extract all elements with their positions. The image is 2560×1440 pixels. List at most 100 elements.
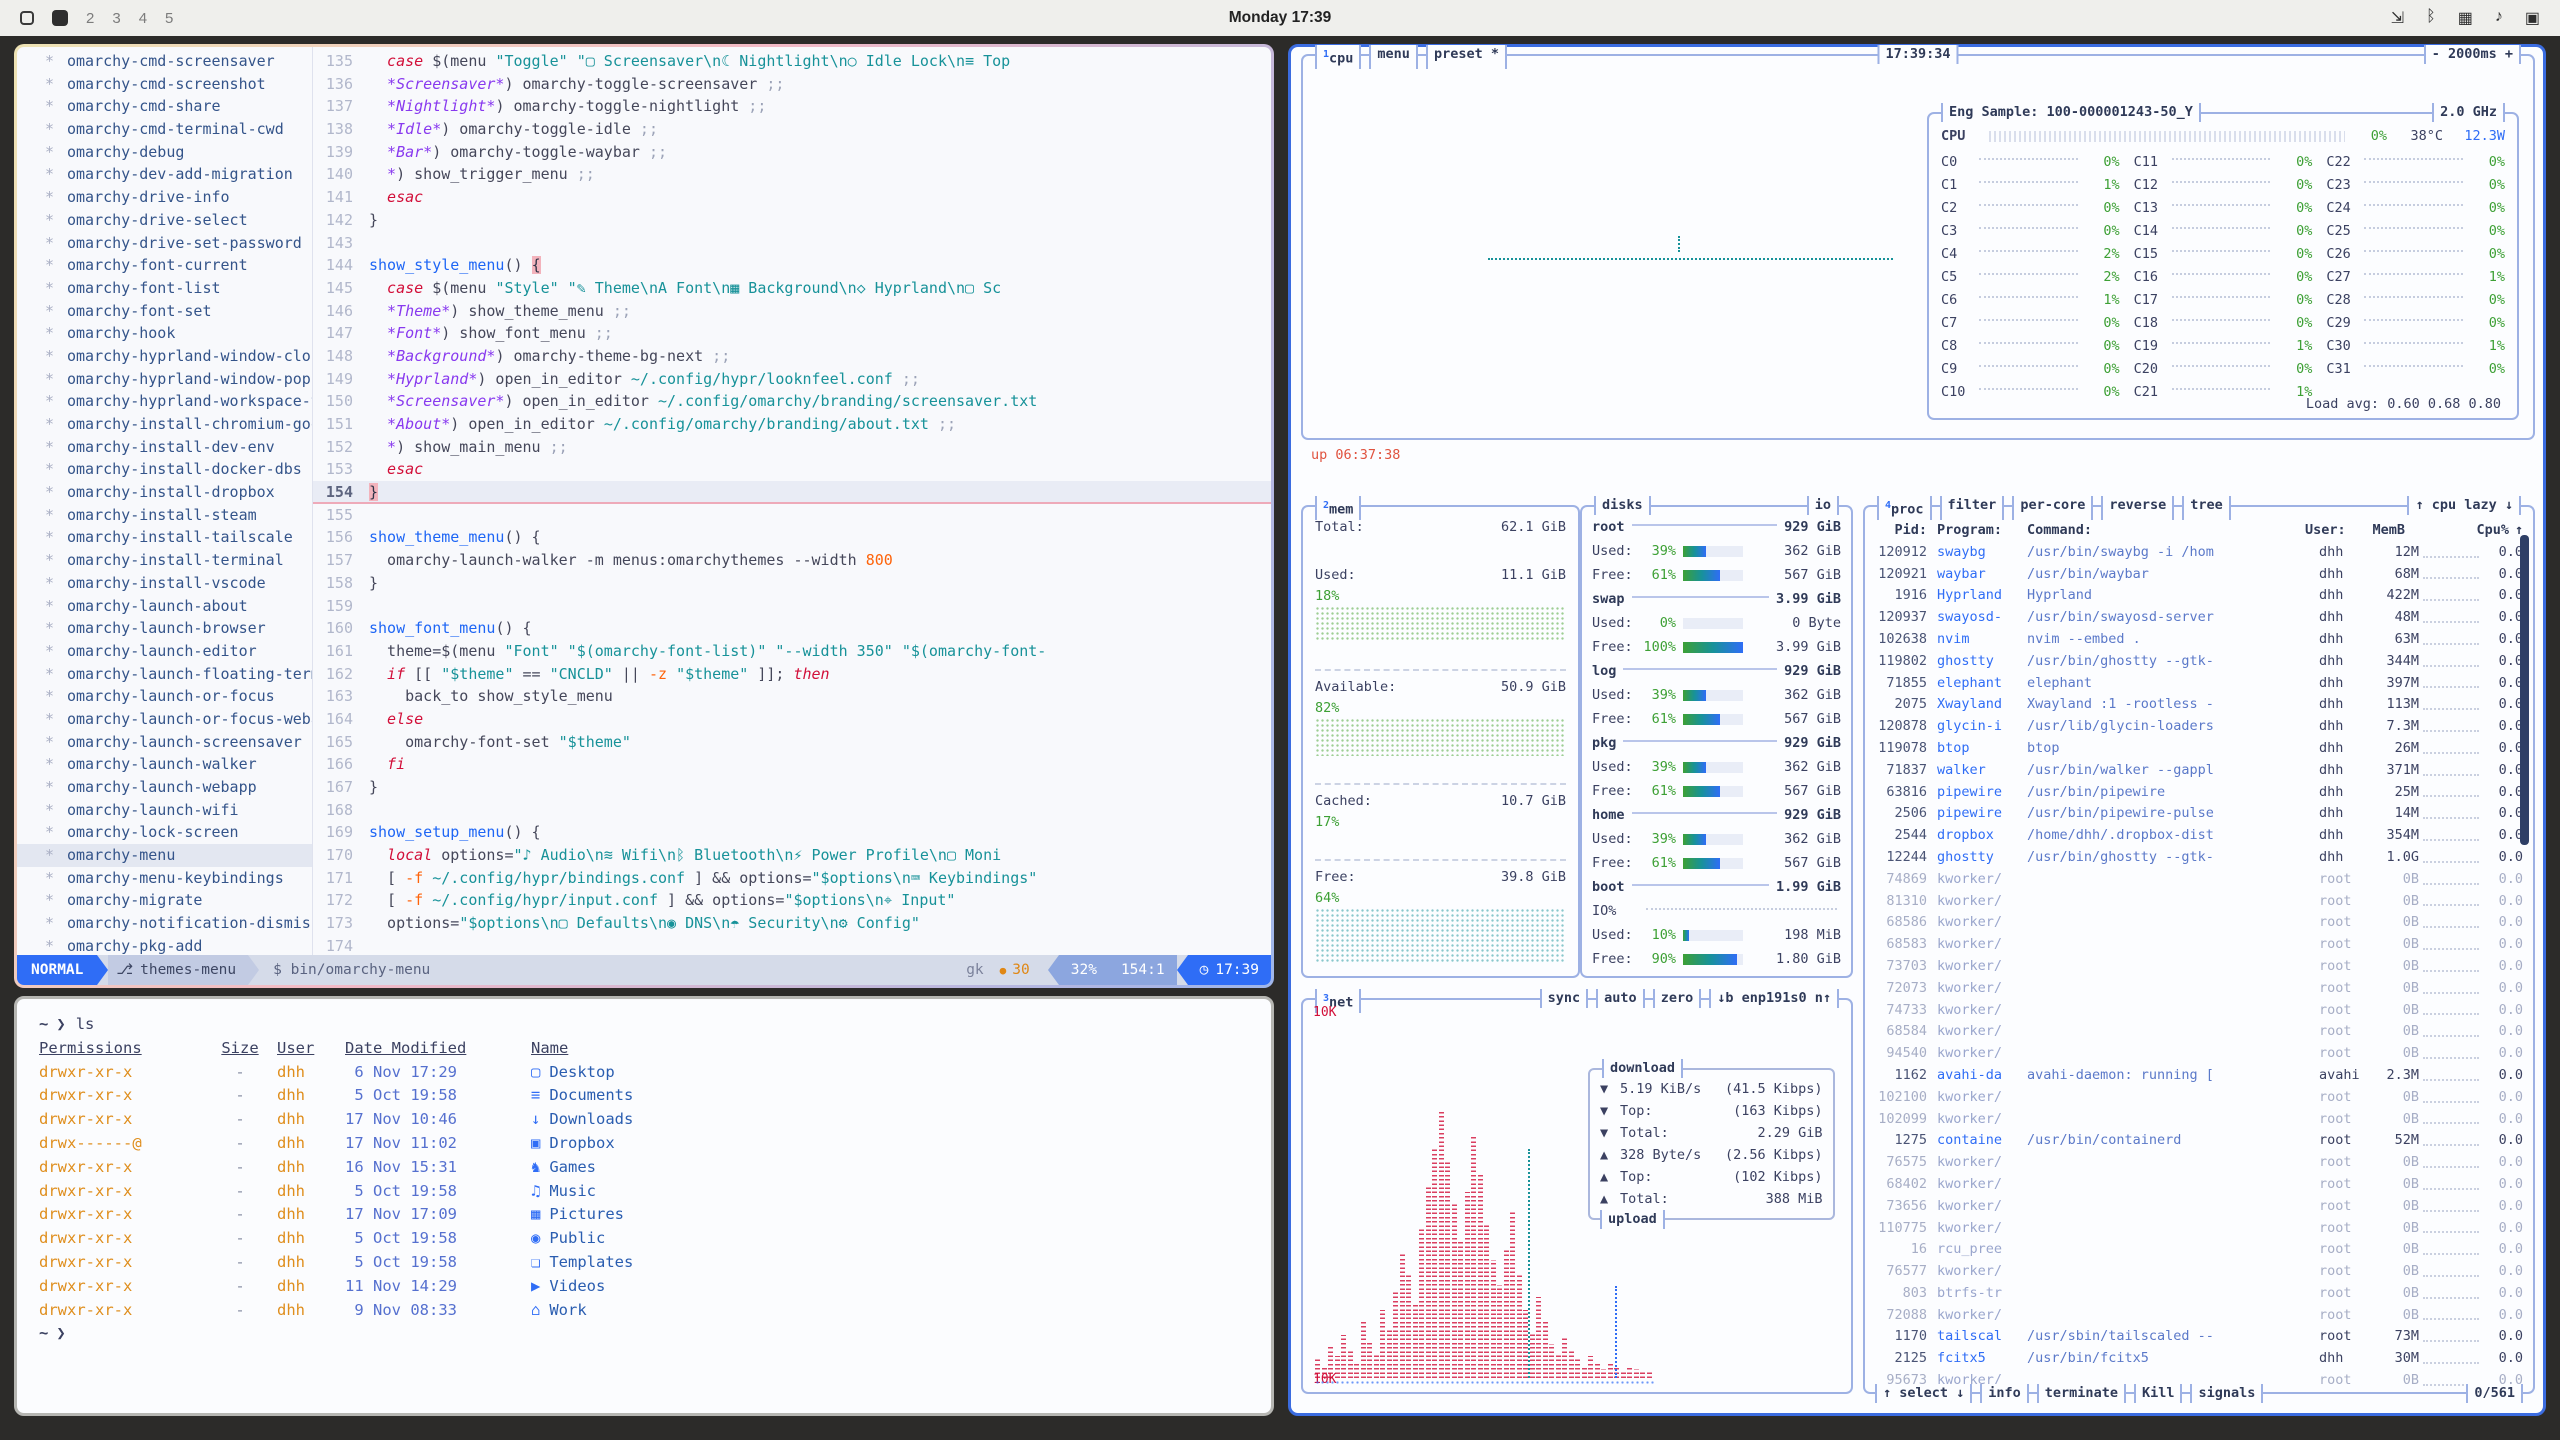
code-line[interactable]: 159 <box>313 595 1271 618</box>
file-item[interactable]: *omarchy-pkg-add <box>45 935 312 955</box>
header-command[interactable]: Command: <box>2027 520 2305 542</box>
process-row[interactable]: 2544dropbox/home/dhh/.dropbox-distdhh354… <box>1875 825 2523 847</box>
code-line[interactable]: 138 *Idle*) omarchy-toggle-idle ;; <box>313 118 1271 141</box>
file-list-pane[interactable]: *omarchy-cmd-screensaver*omarchy-cmd-scr… <box>17 47 313 955</box>
file-item[interactable]: *omarchy-cmd-terminal-cwd <box>45 118 312 141</box>
code-line[interactable]: 164 else <box>313 708 1271 731</box>
code-line[interactable]: 163 back_to show_style_menu <box>313 685 1271 708</box>
file-item[interactable]: *omarchy-hook <box>45 322 312 345</box>
process-row[interactable]: 63816pipewire/usr/bin/pipewiredhh25M0.0 <box>1875 782 2523 804</box>
file-item[interactable]: *omarchy-install-tailscale <box>45 526 312 549</box>
code-line[interactable]: 168 <box>313 799 1271 822</box>
code-line[interactable]: 149 *Hyprland*) open_in_editor ~/.config… <box>313 368 1271 391</box>
file-item[interactable]: *omarchy-install-steam <box>45 504 312 527</box>
net-option-auto[interactable]: auto <box>1596 989 1645 1008</box>
process-row[interactable]: 120937swayosd-/usr/bin/swayosd-serverdhh… <box>1875 607 2523 629</box>
file-item[interactable]: *omarchy-install-terminal <box>45 549 312 572</box>
info-control[interactable]: info <box>1980 1384 2029 1403</box>
code-line[interactable]: 148 *Background*) omarchy-theme-bg-next … <box>313 345 1271 368</box>
code-line[interactable]: 153 esac <box>313 458 1271 481</box>
file-item[interactable]: *omarchy-menu <box>17 844 312 867</box>
file-item[interactable]: *omarchy-hyprland-window-close-all <box>45 345 312 368</box>
code-line[interactable]: 165 omarchy-font-set "$theme" <box>313 731 1271 754</box>
process-row[interactable]: 2075XwaylandXwayland :1 -rootless -dhh11… <box>1875 694 2523 716</box>
workspace-4[interactable]: 4 <box>139 10 147 27</box>
workspace-3[interactable]: 3 <box>112 10 120 27</box>
code-line[interactable]: 170 local options="♪ Audio\n≋ Wifi\nᛒ Bl… <box>313 844 1271 867</box>
process-row[interactable]: 76577kworker/root0B0.0 <box>1875 1261 2523 1283</box>
file-item[interactable]: *omarchy-launch-about <box>45 595 312 618</box>
code-line[interactable]: 158} <box>313 572 1271 595</box>
git-branch[interactable]: ⎇ themes-menu <box>108 955 248 985</box>
code-line[interactable]: 161 theme=$(menu "Font" "$(omarchy-font-… <box>313 640 1271 663</box>
process-row[interactable]: 16rcu_preeroot0B0.0 <box>1875 1239 2523 1261</box>
net-option-sync[interactable]: sync <box>1540 989 1589 1008</box>
file-item[interactable]: *omarchy-launch-screensaver <box>45 731 312 754</box>
proc-option-filter[interactable]: filter <box>1940 496 2005 520</box>
btop-window[interactable]: 1cpumenupreset * 17:39:34 - 2000ms + Eng… <box>1288 44 2546 1416</box>
code-line[interactable]: 157 omarchy-launch-walker -m menus:omarc… <box>313 549 1271 572</box>
code-line[interactable]: 141 esac <box>313 186 1271 209</box>
process-row[interactable]: 71855elephantelephantdhh397M0.0 <box>1875 673 2523 695</box>
process-row[interactable]: 2125fcitx5/usr/bin/fcitx5dhh30M0.0 <box>1875 1348 2523 1370</box>
process-row[interactable]: 73656kworker/root0B0.0 <box>1875 1196 2523 1218</box>
bluetooth-icon[interactable]: ᛒ <box>2426 8 2436 28</box>
process-row[interactable]: 74869kworker/root0B0.0 <box>1875 869 2523 891</box>
file-item[interactable]: *omarchy-font-set <box>45 300 312 323</box>
file-item[interactable]: *omarchy-lock-screen <box>45 821 312 844</box>
proc-option-tree[interactable]: tree <box>2182 496 2231 520</box>
file-item[interactable]: *omarchy-font-list <box>45 277 312 300</box>
code-line[interactable]: 156show_theme_menu() { <box>313 526 1271 549</box>
code-line[interactable]: 171 [ -f ~/.config/hypr/bindings.conf ] … <box>313 867 1271 890</box>
code-line[interactable]: 172 [ -f ~/.config/hypr/input.conf ] && … <box>313 889 1271 912</box>
process-row[interactable]: 120921waybar/usr/bin/waybardhh68M0.0 <box>1875 564 2523 586</box>
display-icon[interactable]: ▣ <box>2525 8 2540 28</box>
workspace-5[interactable]: 5 <box>165 10 173 27</box>
file-item[interactable]: *omarchy-debug <box>45 141 312 164</box>
process-row[interactable]: 76575kworker/root0B0.0 <box>1875 1152 2523 1174</box>
code-line[interactable]: 140 *) show_trigger_menu ;; <box>313 163 1271 186</box>
file-item[interactable]: *omarchy-launch-webapp <box>45 776 312 799</box>
stats-icon[interactable]: ▦ <box>2458 8 2473 28</box>
file-item[interactable]: *omarchy-drive-info <box>45 186 312 209</box>
file-item[interactable]: *omarchy-launch-browser <box>45 617 312 640</box>
code-line[interactable]: 162 if [[ "$theme" == "CNCLD" || -z "$th… <box>313 663 1271 686</box>
refresh-interval[interactable]: - 2000ms + <box>2424 45 2521 64</box>
process-row[interactable]: 68584kworker/root0B0.0 <box>1875 1021 2523 1043</box>
diagnostics-badge[interactable]: ● 30 <box>1000 962 1030 978</box>
process-row[interactable]: 81310kworker/root0B0.0 <box>1875 891 2523 913</box>
code-line[interactable]: 139 *Bar*) omarchy-toggle-waybar ;; <box>313 141 1271 164</box>
file-item[interactable]: *omarchy-launch-or-focus <box>45 685 312 708</box>
process-row[interactable]: 102099kworker/root0B0.0 <box>1875 1109 2523 1131</box>
file-item[interactable]: *omarchy-install-dropbox <box>45 481 312 504</box>
code-line[interactable]: 150 *Screensaver*) open_in_editor ~/.con… <box>313 390 1271 413</box>
net-option-zero[interactable]: zero <box>1653 989 1702 1008</box>
code-line[interactable]: 145 case $(menu "Style" "✎ Theme\nA Font… <box>313 277 1271 300</box>
process-row[interactable]: 120878glycin-i/usr/lib/glycin-loadersdhh… <box>1875 716 2523 738</box>
process-row[interactable]: 73703kworker/root0B0.0 <box>1875 956 2523 978</box>
code-line[interactable]: 142} <box>313 209 1271 232</box>
code-line[interactable]: 144show_style_menu() { <box>313 254 1271 277</box>
file-item[interactable]: *omarchy-drive-set-password <box>45 232 312 255</box>
code-line[interactable]: 166 fi <box>313 753 1271 776</box>
cpu-menu-menu[interactable]: menu <box>1369 45 1418 69</box>
code-line[interactable]: 152 *) show_main_menu ;; <box>313 436 1271 459</box>
process-row[interactable]: 12244ghostty/usr/bin/ghostty --gtk-dhh1.… <box>1875 847 2523 869</box>
code-line[interactable]: 174 <box>313 935 1271 955</box>
process-row[interactable]: 1275containe/usr/bin/containerdroot52M0.… <box>1875 1130 2523 1152</box>
process-row[interactable]: 68402kworker/root0B0.0 <box>1875 1174 2523 1196</box>
process-row[interactable]: 68586kworker/root0B0.0 <box>1875 912 2523 934</box>
code-line[interactable]: 155 <box>313 504 1271 527</box>
io-mode-toggle[interactable]: io <box>1807 496 1839 515</box>
file-item[interactable]: *omarchy-migrate <box>45 889 312 912</box>
code-pane[interactable]: 135 case $(menu "Toggle" "▢ Screensaver\… <box>313 47 1271 955</box>
code-line[interactable]: 135 case $(menu "Toggle" "▢ Screensaver\… <box>313 50 1271 73</box>
code-line[interactable]: 136 *Screensaver*) omarchy-toggle-screen… <box>313 73 1271 96</box>
kill-control[interactable]: Kill <box>2134 1384 2183 1403</box>
process-row[interactable]: 102638nvimnvim --embed .dhh63M0.0 <box>1875 629 2523 651</box>
code-line[interactable]: 147 *Font*) show_font_menu ;; <box>313 322 1271 345</box>
clock[interactable]: Monday 17:39 <box>1229 9 1332 27</box>
file-item[interactable]: *omarchy-cmd-screenshot <box>45 73 312 96</box>
process-row[interactable]: 94540kworker/root0B0.0 <box>1875 1043 2523 1065</box>
process-row[interactable]: 72073kworker/root0B0.0 <box>1875 978 2523 1000</box>
